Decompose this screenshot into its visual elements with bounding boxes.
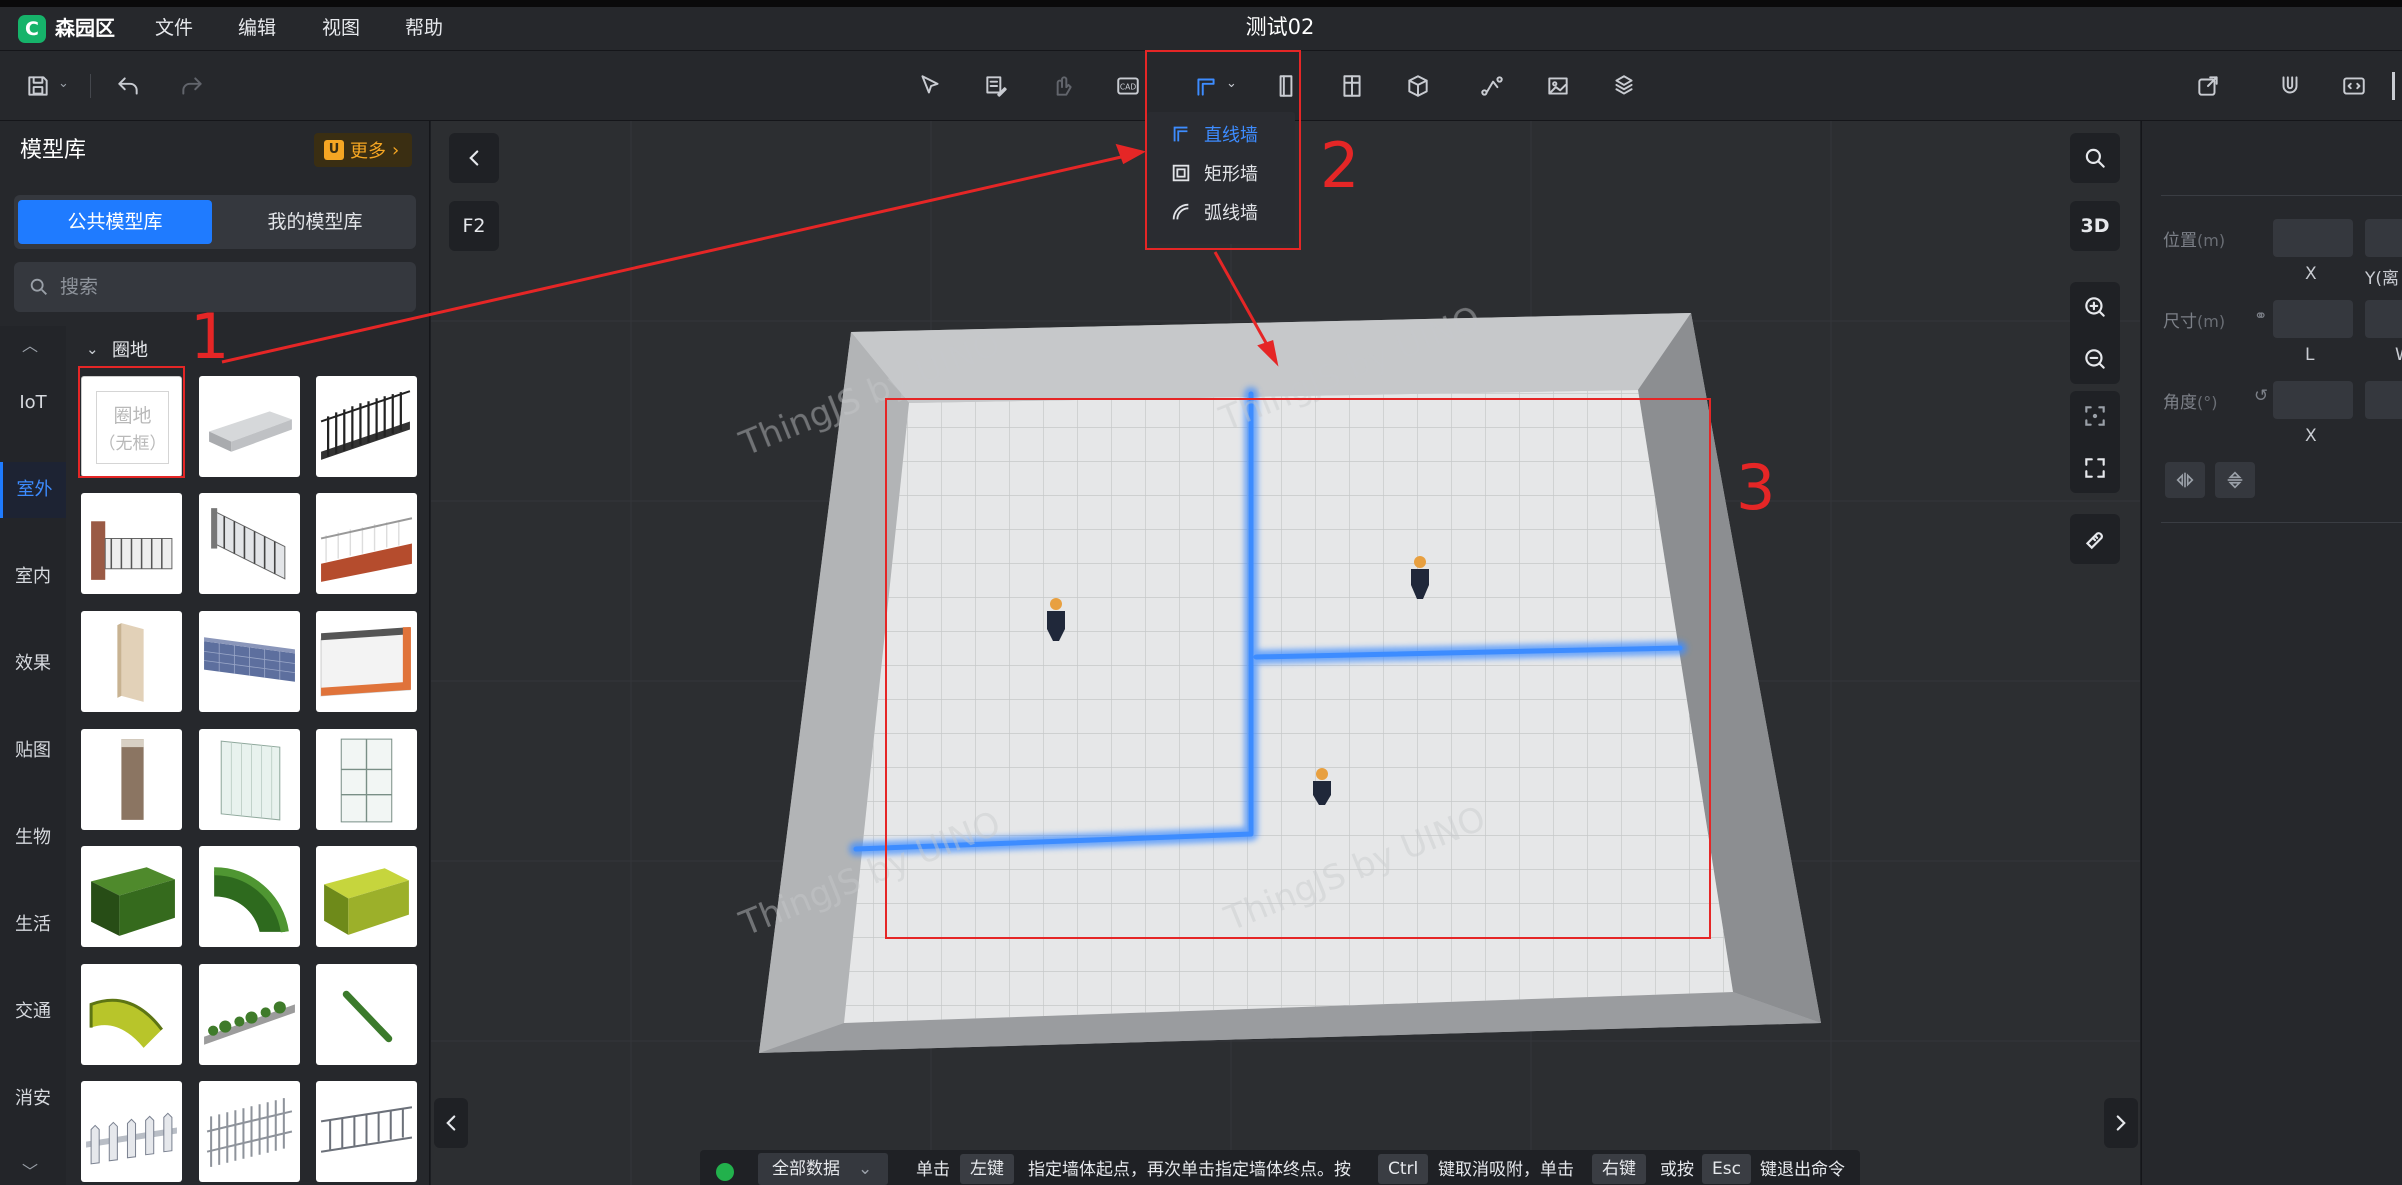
annotation-number-1: 1 xyxy=(190,300,230,373)
annotation-box-2 xyxy=(1145,50,1301,250)
annotation-box-1 xyxy=(78,366,185,478)
annotation-number-3: 3 xyxy=(1736,451,1776,524)
annotation-box-3 xyxy=(885,398,1711,939)
annotation-number-2: 2 xyxy=(1320,129,1360,202)
